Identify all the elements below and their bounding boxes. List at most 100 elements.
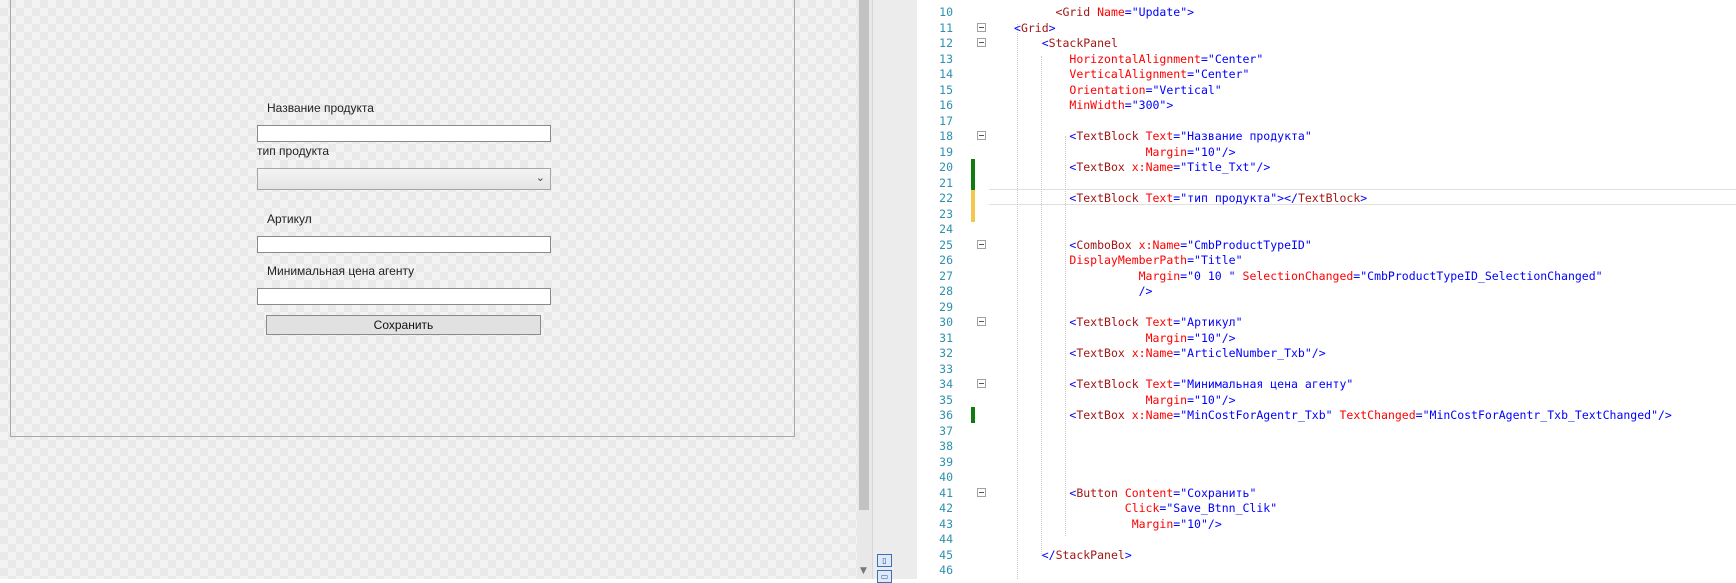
label-product-title: Название продукта xyxy=(267,101,374,115)
split-horizontal-icon[interactable]: ▭ xyxy=(877,570,892,583)
code-line[interactable]: 15 Orientation="Vertical" xyxy=(917,82,1736,98)
code-text: <TextBlock Text="Минимальная цена агенту… xyxy=(1014,376,1353,392)
code-token: = xyxy=(1200,51,1208,66)
code-line[interactable]: 31 Margin="10"/> xyxy=(917,330,1736,346)
code-token: Margin xyxy=(1145,392,1188,407)
code-line[interactable]: 20 <TextBox x:Name="Title_Txt"/> xyxy=(917,159,1736,175)
code-line[interactable]: 40 xyxy=(917,469,1736,485)
code-line[interactable]: 38 xyxy=(917,438,1736,454)
code-line[interactable]: 32 <TextBox x:Name="ArticleNumber_Txb"/> xyxy=(917,345,1736,361)
collapse-icon[interactable] xyxy=(977,487,986,497)
code-text: VerticalAlignment="Center" xyxy=(1014,66,1249,82)
code-line[interactable]: 39 xyxy=(917,454,1736,470)
code-token: /> xyxy=(1256,160,1271,174)
product-type-combobox[interactable]: ⌄ xyxy=(257,168,551,190)
code-line[interactable]: 27 Margin="0 10 " SelectionChanged="CmbP… xyxy=(917,268,1736,284)
collapse-icon[interactable] xyxy=(977,379,986,388)
title-textbox[interactable] xyxy=(257,125,551,142)
collapse-icon[interactable] xyxy=(977,131,986,140)
save-button[interactable]: Сохранить xyxy=(266,315,541,335)
label-min-cost: Минимальная цена агенту xyxy=(267,264,415,278)
code-line[interactable]: 26 DisplayMemberPath="Title" xyxy=(917,252,1736,268)
code-text: <TextBlock Text="тип продукта"></TextBlo… xyxy=(1014,190,1367,206)
chevron-down-icon: ⌄ xyxy=(535,171,545,184)
split-vertical-icon[interactable]: ▯ xyxy=(877,554,892,567)
code-token: > xyxy=(1166,98,1174,112)
code-line[interactable]: 42 Click="Save_Btnn_Clik" xyxy=(917,500,1736,516)
code-token: Margin xyxy=(1131,516,1174,531)
article-textbox[interactable] xyxy=(257,236,551,253)
line-number: 13 xyxy=(939,51,953,66)
code-token: "Center" xyxy=(1207,51,1264,66)
code-token: /> xyxy=(1221,144,1236,159)
code-line[interactable]: 44 xyxy=(917,531,1736,547)
code-token: "CmbProductTypeID" xyxy=(1187,237,1312,252)
code-line[interactable]: 14 VerticalAlignment="Center" xyxy=(917,66,1736,82)
code-token: ComboBox xyxy=(1076,237,1132,252)
code-line[interactable]: 30 <TextBlock Text="Артикул" xyxy=(917,314,1736,330)
line-number: 26 xyxy=(939,253,953,267)
designer-vertical-scrollbar[interactable]: ▼ xyxy=(857,0,872,579)
collapse-icon[interactable] xyxy=(977,38,986,47)
code-line[interactable]: 22 <TextBlock Text="тип продукта"></Text… xyxy=(917,190,1736,206)
code-token: "CmbProductTypeID_SelectionChanged" xyxy=(1360,268,1603,283)
line-number: 36 xyxy=(939,408,953,422)
line-number: 41 xyxy=(939,485,953,500)
code-token: x:Name xyxy=(1131,408,1174,422)
code-token: "0 10 " xyxy=(1187,268,1236,283)
line-number: 28 xyxy=(939,284,953,298)
code-token: Margin xyxy=(1138,268,1181,283)
scrollbar-thumb[interactable] xyxy=(859,0,869,510)
code-line[interactable]: 36 <TextBox x:Name="MinCostForAgentr_Txb… xyxy=(917,407,1736,423)
collapse-icon[interactable] xyxy=(977,239,986,249)
line-number: 46 xyxy=(939,563,953,577)
code-line[interactable]: 28 /> xyxy=(917,283,1736,299)
code-line[interactable]: 34 <TextBlock Text="Минимальная цена аге… xyxy=(917,376,1736,392)
code-line[interactable]: 45 </StackPanel> xyxy=(917,547,1736,563)
line-number: 43 xyxy=(939,516,953,531)
code-line[interactable]: 33 xyxy=(917,361,1736,377)
line-number: 14 xyxy=(939,67,953,81)
code-token: x:Name xyxy=(1138,237,1181,252)
code-line[interactable]: 13 HorizontalAlignment="Center" xyxy=(917,51,1736,67)
code-line[interactable]: 16 MinWidth="300"> xyxy=(917,97,1736,113)
code-line[interactable]: 18 <TextBlock Text="Название продукта" xyxy=(917,128,1736,144)
min-cost-textbox[interactable] xyxy=(257,288,551,305)
code-token: "Update" xyxy=(1131,5,1188,19)
code-token: = xyxy=(1187,330,1195,345)
code-line[interactable]: 12 <StackPanel xyxy=(917,35,1736,51)
code-line[interactable]: 43 Margin="10"/> xyxy=(917,516,1736,532)
pane-splitter[interactable]: ▯ ▭ xyxy=(872,0,917,583)
code-line[interactable]: 10 <Grid Name="Update"> xyxy=(917,4,1736,20)
scroll-down-arrow-icon[interactable]: ▼ xyxy=(860,566,867,576)
xaml-designer-surface[interactable]: Название продукта тип продукта ⌄ Артикул… xyxy=(0,0,860,579)
code-line[interactable]: 29 xyxy=(917,299,1736,315)
xaml-code-editor[interactable]: 10 <Grid Name="Update"> 11 <Grid> 12 <Stack… xyxy=(917,0,1736,579)
code-line[interactable]: 24 xyxy=(917,221,1736,237)
code-token: /> xyxy=(1658,408,1672,422)
code-line[interactable]: 46 xyxy=(917,562,1736,578)
code-line[interactable]: 11 <Grid> xyxy=(917,20,1736,36)
code-line[interactable]: 35 Margin="10"/> xyxy=(917,392,1736,408)
code-token: > xyxy=(1360,191,1368,205)
code-line[interactable]: 23 xyxy=(917,205,1736,222)
collapse-icon[interactable] xyxy=(977,22,986,32)
code-token: DisplayMemberPath xyxy=(1069,253,1188,267)
code-line[interactable]: 41 <Button Content="Сохранить" xyxy=(917,485,1736,501)
code-line[interactable]: 19 Margin="10"/> xyxy=(917,144,1736,160)
code-line[interactable]: 25 <ComboBox x:Name="CmbProductTypeID" xyxy=(917,237,1736,253)
code-line[interactable]: 21 xyxy=(917,174,1736,191)
line-number: 15 xyxy=(939,82,953,97)
collapse-icon[interactable] xyxy=(977,317,986,326)
code-token: "10" xyxy=(1194,144,1222,159)
code-token: "Минимальная цена агенту" xyxy=(1180,377,1354,391)
code-line[interactable]: 37 xyxy=(917,423,1736,439)
code-line[interactable]: 17 xyxy=(917,113,1736,129)
code-token: VerticalAlignment xyxy=(1069,67,1188,81)
